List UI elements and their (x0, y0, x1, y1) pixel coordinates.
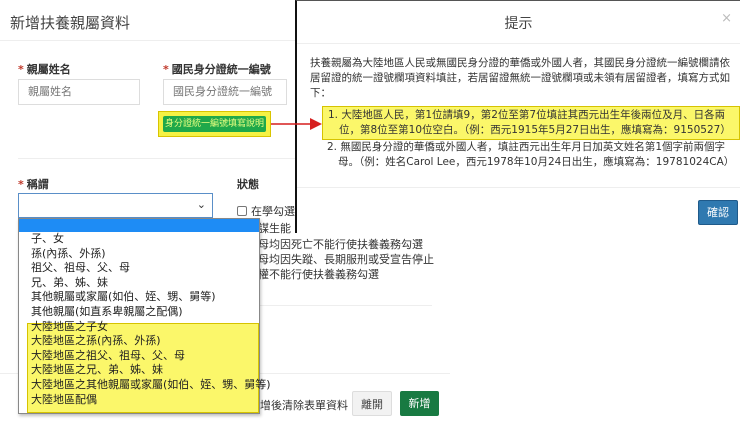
divider (0, 40, 295, 41)
close-icon[interactable]: × (721, 11, 732, 26)
chevron-down-icon: ⌄ (196, 198, 206, 211)
status-label: 狀態 (237, 178, 259, 191)
confirm-button[interactable]: 確認 (698, 200, 738, 225)
status-text: 母均因死亡不能行使扶養義務勾選 (258, 238, 423, 251)
status-text: 謀生能 (258, 222, 291, 235)
divider (260, 305, 432, 306)
relation-option[interactable]: 兄、弟、姊、妹 (19, 276, 259, 291)
in-school-checkbox[interactable]: 在學勾選 (237, 203, 295, 219)
status-text: 母均因失蹤、長期服刑或受宣告停止 (258, 253, 434, 266)
leave-button[interactable]: 離開 (352, 391, 392, 416)
relation-option[interactable]: 大陸地區配偶 (19, 393, 259, 408)
hint-intro: 扶養親屬為大陸地區人民或無國民身分證的華僑或外國人者，其國民身分證統一編號欄請依… (310, 57, 730, 99)
hint-dialog: 提示 × 扶養親屬為大陸地區人民或無國民身分證的華僑或外國人者，其國民身分證統一… (295, 0, 740, 233)
modal-title: 新增扶養親屬資料 (10, 14, 131, 32)
hint-title: 提示 (504, 16, 533, 32)
relation-option[interactable]: 其他親屬(如直系卑親屬之配偶) (19, 305, 259, 320)
id-label: * 國民身分證統一編號 (163, 63, 271, 76)
id-input[interactable] (163, 79, 287, 105)
relation-option[interactable]: 大陸地區之兄、弟、姊、妹 (19, 363, 259, 378)
relation-dropdown-list: 子、女 孫(內孫、外孫) 祖父、祖母、父、母 兄、弟、姊、妹 其他親屬或家屬(如… (18, 218, 271, 414)
status-text: 權不能行使扶養義務勾選 (258, 268, 379, 281)
hint-item: 1. 大陸地區人民，第1位請填9，第2位至第7位填註其西元出生年後兩位及月、日各… (322, 106, 740, 140)
relation-option[interactable]: 祖父、祖母、父、母 (19, 261, 259, 276)
divider (18, 158, 295, 159)
relation-option[interactable]: 大陸地區之祖父、祖母、父、母 (19, 349, 259, 364)
relation-option[interactable]: 其他親屬或家屬(如伯、姪、甥、舅等) (19, 290, 259, 305)
relation-option[interactable]: 大陸地區之其他親屬或家屬(如伯、姪、甥、舅等) (19, 378, 271, 393)
hint-list: 1. 大陸地區人民，第1位請填9，第2位至第7位填註其西元出生年後兩位及月、日各… (322, 106, 740, 170)
id-help-button[interactable]: 身分證統一編號填寫說明 (163, 116, 266, 132)
name-label: * 親屬姓名 (18, 63, 71, 76)
name-input[interactable] (18, 79, 140, 105)
add-button[interactable]: 新增 (400, 391, 439, 416)
relation-option[interactable]: 孫(內孫、外孫) (19, 247, 259, 262)
hint-item: 2. 無國民身分證的華僑或外國人者，填註西元出生年月日加英文姓名第1個字前兩個字… (327, 141, 735, 168)
divider (297, 187, 740, 188)
relation-label: * 稱謂 (18, 178, 49, 191)
checkbox-icon (237, 206, 247, 216)
divider (297, 43, 740, 44)
red-arrow-icon (271, 118, 322, 130)
relation-option[interactable]: 大陸地區之子女 (19, 320, 259, 335)
relation-option[interactable] (19, 219, 259, 232)
relation-option[interactable]: 大陸地區之孫(內孫、外孫) (19, 334, 259, 349)
clear-form-text: 增後清除表單資料 (260, 399, 348, 412)
relation-option[interactable]: 子、女 (19, 232, 259, 247)
id-help-highlight: 身分證統一編號填寫說明 (158, 111, 271, 137)
relation-select[interactable]: ⌄ (18, 193, 213, 218)
